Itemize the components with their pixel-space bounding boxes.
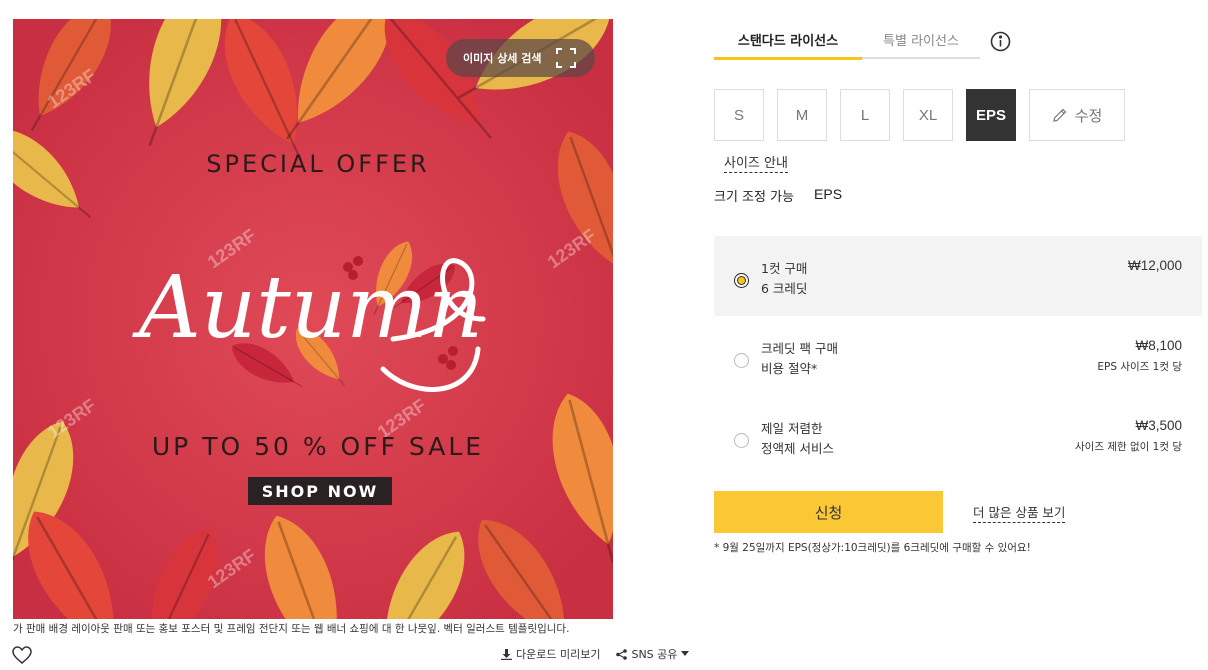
option-price: ₩12,000 [1127,258,1182,273]
purchase-options: 1컷 구매 6 크레딧 ₩12,000 크레딧 팩 구매 비용 절약* ₩8,1… [714,236,1202,476]
heart-icon[interactable] [12,646,32,664]
tab-standard-license[interactable]: 스탠다드 라이선스 [714,24,862,60]
autumn-script-text: Autumn [132,258,483,358]
purchase-option-single[interactable]: 1컷 구매 6 크레딧 ₩12,000 [714,236,1202,316]
scalable-label: 크기 조정 가능 [714,190,795,205]
special-offer-text: SPECIAL OFFER [206,150,429,178]
image-actions: 다운로드 미리보기 SNS 공유 [501,646,690,662]
size-button-eps[interactable]: EPS [966,89,1016,141]
radio-selected[interactable] [734,273,749,288]
radio-unselected[interactable] [734,433,749,448]
option-note: EPS 사이즈 1컷 당 [1097,361,1182,373]
caret-down-icon [681,651,690,656]
sale-text: UP TO 50 % OFF SALE [152,432,484,461]
size-button-m[interactable]: M [777,89,827,141]
radio-unselected[interactable] [734,353,749,368]
autumn-sale-illustration: 123RF 123RF 123RF 123RF 123RF 123RF SPEC… [13,19,613,619]
more-products-link[interactable]: 더 많은 상품 보기 [973,502,1066,523]
sns-share-button[interactable]: SNS 공유 [616,646,690,662]
download-preview-label: 다운로드 미리보기 [516,648,601,661]
option-title: 1컷 구매 [761,261,808,276]
tab-special-license[interactable]: 특별 라이선스 [862,24,980,59]
size-button-l[interactable]: L [840,89,890,141]
option-subtitle: 정액제 서비스 [761,441,834,456]
sns-share-label: SNS 공유 [631,648,678,661]
option-price: ₩8,100 [1135,338,1182,353]
share-icon [616,648,628,660]
option-title: 크레딧 팩 구매 [761,341,838,356]
product-image[interactable]: 123RF 123RF 123RF 123RF 123RF 123RF SPEC… [13,19,613,619]
image-detail-search-button[interactable]: 이미지 상세 검색 [446,39,595,77]
scalable-format: EPS [814,186,843,202]
apply-button[interactable]: 신청 [714,491,943,533]
option-title: 제일 저렴한 [761,421,823,436]
license-tabs: 스탠다드 라이선스 특별 라이선스 [714,24,980,62]
option-price: ₩3,500 [1135,418,1182,433]
size-button-xl[interactable]: XL [903,89,953,141]
promo-note: * 9월 25일까지 EPS(정상가:10크레딧)를 6크레딧에 구매할 수 있… [714,542,1031,554]
size-guide-link[interactable]: 사이즈 안내 [724,152,788,173]
option-subtitle: 6 크레딧 [761,281,808,296]
fullscreen-icon [555,48,576,68]
option-note: 사이즈 제한 없이 1컷 당 [1075,441,1182,453]
image-caption: 가 판매 배경 레이아웃 판매 또는 홍보 포스터 및 프레임 전단지 또는 웹… [13,623,570,635]
size-button-s[interactable]: S [714,89,764,141]
pencil-icon [1052,108,1067,122]
download-preview-button[interactable]: 다운로드 미리보기 [501,646,600,662]
purchase-option-subscription[interactable]: 제일 저렴한 정액제 서비스 ₩3,500 사이즈 제한 없이 1컷 당 [714,396,1202,476]
info-icon[interactable] [990,31,1011,52]
image-search-label: 이미지 상세 검색 [463,52,542,65]
scalable-info: 크기 조정 가능 EPS [714,186,842,205]
purchase-option-credit-pack[interactable]: 크레딧 팩 구매 비용 절약* ₩8,100 EPS 사이즈 1컷 당 [714,316,1202,396]
shop-now-text: SHOP NOW [262,482,378,501]
edit-label: 수정 [1074,107,1103,125]
edit-button[interactable]: 수정 [1029,89,1125,141]
download-icon [501,648,512,660]
option-subtitle: 비용 절약* [761,361,818,376]
